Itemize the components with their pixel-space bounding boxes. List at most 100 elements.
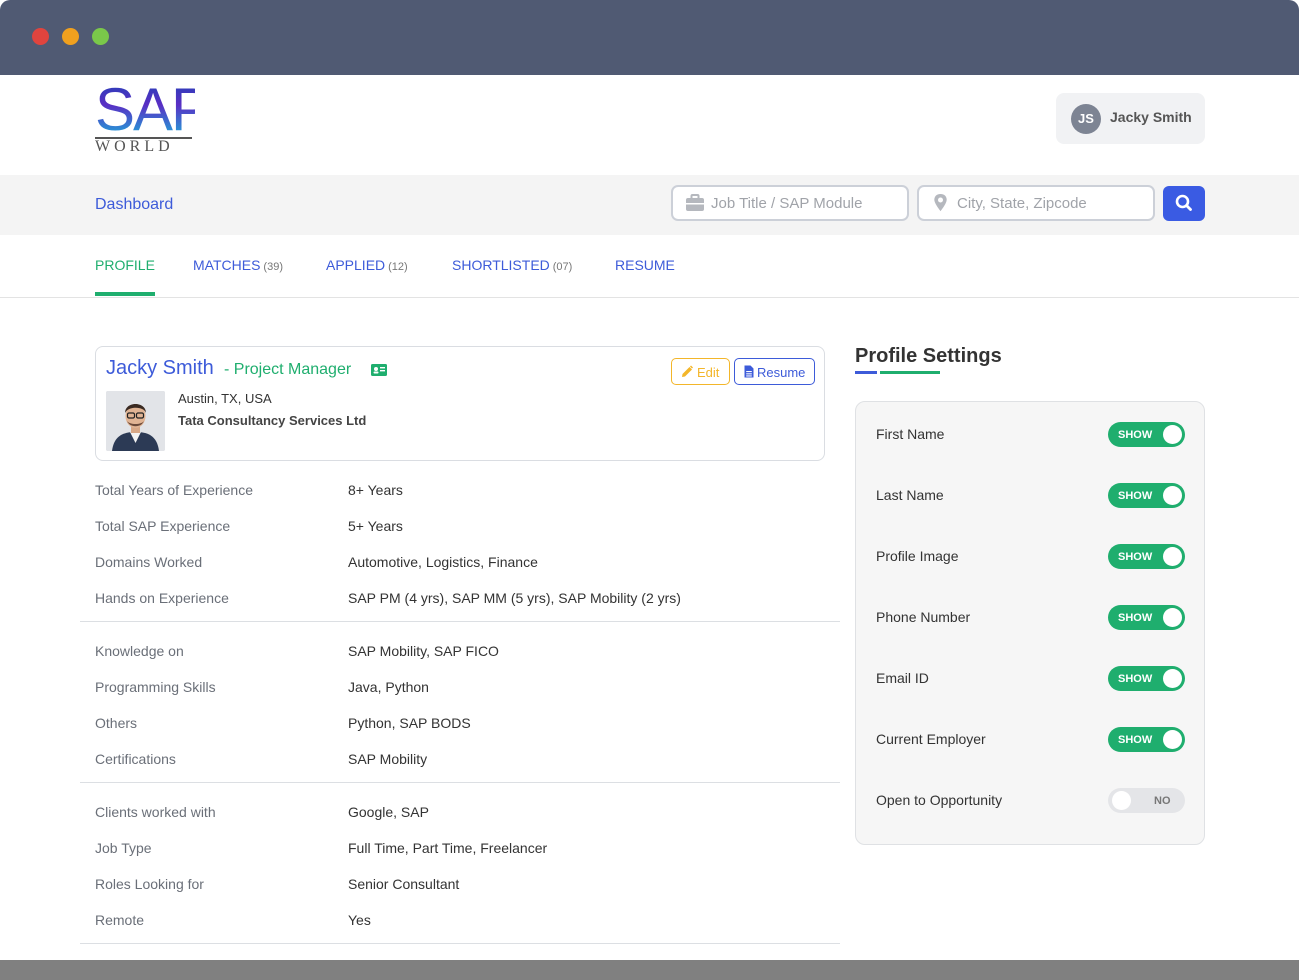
toggle-knob [1163, 669, 1182, 688]
toggle-knob [1163, 547, 1182, 566]
document-icon [744, 365, 754, 378]
setting-label: Email ID [876, 670, 929, 686]
detail-value: SAP Mobility [348, 751, 428, 767]
toggle-state: SHOW [1118, 612, 1153, 624]
detail-row: Roles Looking for Senior Consultant [95, 876, 815, 896]
detail-row: Certifications SAP Mobility [95, 751, 815, 771]
toggle-knob [1112, 791, 1131, 810]
location-search-field[interactable] [917, 185, 1155, 221]
toggle-knob [1163, 425, 1182, 444]
tab-label: APPLIED [326, 257, 386, 273]
window-bottom-bar [0, 960, 1299, 980]
edit-label: Edit [697, 365, 720, 380]
tab-label: MATCHES [193, 257, 261, 273]
open-to-opportunity-toggle[interactable]: NO [1108, 788, 1185, 813]
setting-label: Current Employer [876, 731, 986, 747]
current-employer-toggle[interactable]: SHOW [1108, 727, 1185, 752]
profile-card: Jacky Smith - Project Manager Edit Resum… [95, 346, 825, 461]
pencil-icon [682, 365, 693, 377]
search-bar: Dashboard [0, 175, 1299, 235]
location-search-input[interactable] [957, 187, 1147, 219]
last-name-toggle[interactable]: SHOW [1108, 483, 1185, 508]
detail-row: Others Python, SAP BODS [95, 715, 815, 735]
tab-count: (39) [263, 261, 283, 273]
maximize-window-button[interactable] [92, 28, 109, 45]
tab-resume[interactable]: RESUME [615, 257, 675, 297]
minimize-window-button[interactable] [62, 28, 79, 45]
tab-applied[interactable]: APPLIED (12) [326, 257, 408, 297]
detail-label: Hands on Experience [95, 590, 229, 606]
toggle-state: SHOW [1118, 429, 1153, 441]
setting-label: Profile Image [876, 548, 959, 564]
section-divider [80, 782, 840, 783]
detail-label: Total SAP Experience [95, 518, 231, 534]
tab-label: SHORTLISTED [452, 257, 550, 273]
detail-row: Job Type Full Time, Part Time, Freelance… [95, 840, 815, 860]
tab-count: (07) [552, 261, 573, 273]
phone-number-toggle[interactable]: SHOW [1108, 605, 1185, 630]
profile-tabs: PROFILE MATCHES (39) APPLIED (12) SHORTLIS… [0, 235, 1299, 298]
section-divider [80, 943, 840, 944]
detail-value: Google, SAP [348, 804, 429, 820]
id-card-icon [371, 364, 387, 376]
setting-label: Last Name [876, 487, 944, 503]
user-menu[interactable]: JS Jacky Smith [1056, 93, 1205, 144]
setting-row-last-name: Last Name SHOW [876, 483, 1186, 509]
profile-image-toggle[interactable]: SHOW [1108, 544, 1185, 569]
setting-label: Phone Number [876, 609, 971, 625]
dashboard-link[interactable]: Dashboard [95, 196, 173, 214]
tab-profile[interactable]: PROFILE [95, 257, 155, 297]
detail-label: Others [95, 715, 138, 731]
detail-value: 8+ Years [348, 482, 403, 498]
detail-value: Full Time, Part Time, Freelancer [348, 840, 548, 856]
edit-button[interactable]: Edit [671, 358, 730, 385]
window-titlebar [0, 0, 1299, 75]
detail-value: SAP Mobility, SAP FICO [348, 643, 499, 659]
detail-value: Automotive, Logistics, Finance [348, 554, 538, 570]
map-pin-icon [934, 194, 947, 212]
profile-photo-illustration [106, 391, 165, 451]
detail-row: Remote Yes [95, 912, 815, 932]
profile-name: Jacky Smith [106, 357, 214, 379]
detail-row: Total Years of Experience 8+ Years [95, 482, 815, 502]
setting-row-first-name: First Name SHOW [876, 422, 1186, 448]
job-search-input[interactable] [711, 187, 901, 219]
detail-label: Knowledge on [95, 643, 184, 659]
toggle-state: SHOW [1118, 734, 1153, 746]
toggle-state: SHOW [1118, 551, 1153, 563]
resume-button[interactable]: Resume [734, 358, 815, 385]
detail-value: Java, Python [348, 679, 429, 695]
toggle-state: SHOW [1118, 490, 1153, 502]
toggle-knob [1163, 730, 1182, 749]
setting-row-current-employer: Current Employer SHOW [876, 727, 1186, 753]
toggle-knob [1163, 608, 1182, 627]
search-button[interactable] [1163, 186, 1205, 221]
detail-value: Yes [348, 912, 371, 928]
detail-row: Domains Worked Automotive, Logistics, Fi… [95, 554, 815, 574]
detail-row: Hands on Experience SAP PM (4 yrs), SAP … [95, 590, 815, 610]
tab-label: PROFILE [95, 257, 155, 273]
setting-label: Open to Opportunity [876, 792, 1003, 808]
toggle-knob [1163, 486, 1182, 505]
user-name: Jacky Smith [1110, 109, 1192, 125]
tab-shortlisted[interactable]: SHORTLISTED (07) [452, 257, 572, 297]
detail-label: Programming Skills [95, 679, 216, 695]
detail-value: 5+ Years [348, 518, 403, 534]
detail-row: Clients worked with Google, SAP [95, 804, 815, 824]
detail-label: Remote [95, 912, 145, 928]
job-search-field[interactable] [671, 185, 909, 221]
detail-label: Job Type [95, 840, 152, 856]
detail-row: Total SAP Experience 5+ Years [95, 518, 815, 538]
first-name-toggle[interactable]: SHOW [1108, 422, 1185, 447]
title-underline-blue [855, 371, 877, 374]
detail-label: Certifications [95, 751, 176, 767]
sap-world-logo[interactable]: SAP WORLD [95, 80, 211, 155]
setting-row-email-id: Email ID SHOW [876, 666, 1186, 692]
close-window-button[interactable] [32, 28, 49, 45]
profile-role: - Project Manager [224, 361, 352, 378]
tab-matches[interactable]: MATCHES (39) [193, 257, 283, 297]
email-id-toggle[interactable]: SHOW [1108, 666, 1185, 691]
profile-company: Tata Consultancy Services Ltd [178, 413, 367, 428]
title-underline-green [880, 371, 940, 374]
setting-row-phone-number: Phone Number SHOW [876, 605, 1186, 631]
